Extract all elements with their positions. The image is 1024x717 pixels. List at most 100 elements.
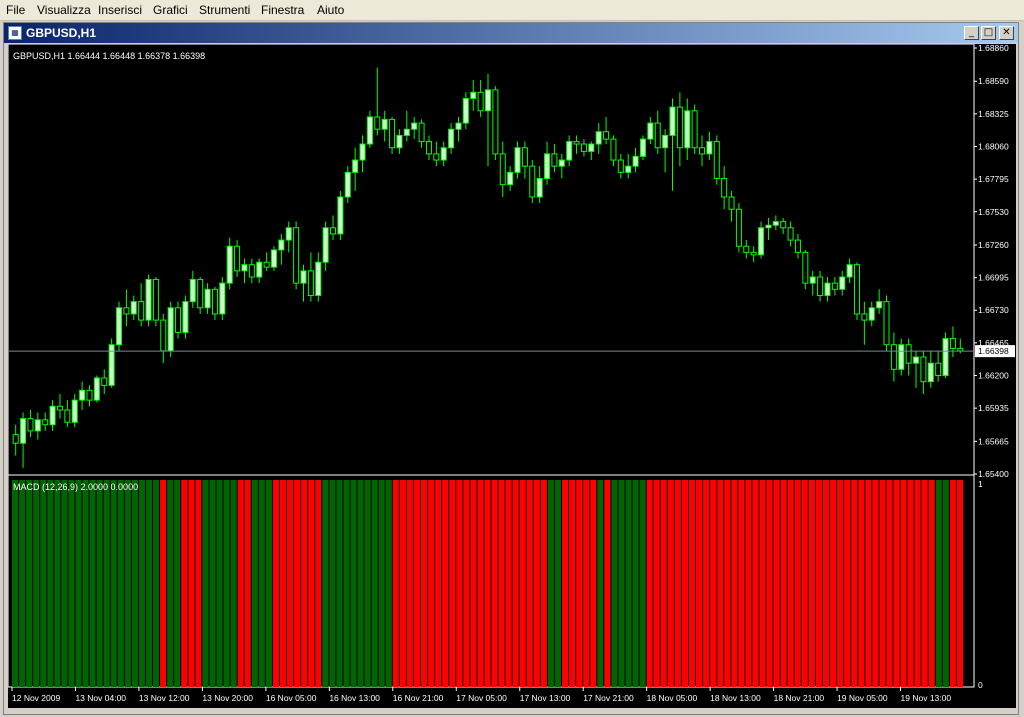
candle-body	[374, 116, 381, 130]
candle-body	[780, 221, 787, 229]
x-tick-label: 18 Nov 21:00	[774, 693, 825, 703]
candle-body	[12, 434, 19, 444]
candle-body	[440, 147, 447, 161]
candle-body	[662, 134, 669, 149]
y-tick-label: 1.67530	[978, 207, 1009, 217]
macd-bar	[216, 480, 223, 687]
macd-bar	[738, 480, 745, 687]
candle-body	[507, 171, 514, 186]
chart-canvas[interactable]: 1.68860 1.68590 1.68325 1.68060 1.67795 1.675…	[8, 44, 1016, 708]
candle-body	[79, 389, 86, 401]
macd-bar	[639, 480, 646, 687]
candle-body	[920, 356, 927, 383]
candle-body	[846, 264, 853, 278]
macd-bar	[230, 480, 237, 687]
y-tick-label: 1.68590	[978, 76, 1009, 86]
candle-body	[558, 159, 565, 167]
macd-bar	[808, 480, 815, 687]
maximize-button[interactable]: □	[981, 26, 996, 40]
menu-grafici[interactable]: Grafici	[153, 3, 188, 17]
chart-title-bar[interactable]: ▦ GBPUSD,H1 _ □ ✕	[4, 23, 1018, 43]
candle-body	[713, 141, 720, 180]
candle-body	[684, 110, 691, 149]
candle-body	[56, 405, 63, 411]
candle-body	[241, 264, 248, 272]
chart-window-icon: ▦	[8, 26, 22, 40]
macd-bar	[357, 480, 364, 687]
close-button[interactable]: ✕	[999, 26, 1014, 40]
candle-body	[957, 347, 964, 352]
candle-body	[499, 153, 506, 186]
macd-bar	[209, 480, 216, 687]
x-tick-label: 19 Nov 05:00	[837, 693, 888, 703]
menu-visualizza[interactable]: Visualizza	[37, 3, 91, 17]
candle-body	[352, 159, 359, 173]
candle-body	[219, 282, 226, 315]
candle-body	[691, 110, 698, 149]
macd-bar	[681, 480, 688, 687]
macd-bar	[484, 480, 491, 687]
macd-bar	[674, 480, 681, 687]
macd-bar	[145, 480, 153, 687]
candle-body	[293, 227, 300, 284]
candle-body	[344, 171, 351, 198]
candle-body	[307, 270, 314, 296]
x-tick-label: 17 Nov 13:00	[520, 693, 571, 703]
macd-bar	[343, 480, 350, 687]
menu-finestra[interactable]: Finestra	[261, 3, 304, 17]
candle-body	[248, 264, 255, 278]
macd-bar	[618, 480, 625, 687]
candle-body	[861, 313, 868, 321]
macd-bar	[40, 480, 47, 687]
macd-bar	[569, 480, 576, 687]
candle-body	[93, 377, 100, 401]
macd-bar	[858, 480, 865, 687]
macd-bar	[724, 480, 731, 687]
macd-bar	[773, 480, 780, 687]
macd-bar	[68, 480, 75, 687]
candle-body	[536, 178, 543, 198]
candle-body	[625, 165, 632, 173]
candle-body	[27, 418, 34, 432]
candle-body	[632, 155, 639, 167]
macd-bar	[308, 480, 315, 687]
x-tick-label: 12 Nov 2009	[12, 693, 60, 703]
candle-body	[418, 122, 425, 143]
macd-bar	[597, 480, 604, 687]
menu-inserisci[interactable]: Inserisci	[98, 3, 142, 17]
macd-bar	[413, 480, 421, 687]
macd-bar	[604, 480, 611, 687]
macd-bar	[385, 480, 392, 687]
candle-body	[381, 118, 388, 130]
candle-body	[521, 147, 528, 167]
candle-body	[492, 89, 499, 155]
candle-body	[890, 344, 897, 370]
macd-bar	[237, 480, 244, 687]
macd-bar	[801, 480, 808, 687]
candle-body	[396, 134, 403, 149]
macd-bar	[766, 480, 773, 687]
candle-body	[603, 131, 610, 140]
macd-bar	[279, 480, 287, 687]
macd-bar	[160, 480, 167, 687]
macd-bar	[244, 480, 251, 687]
candle-body	[49, 405, 56, 426]
macd-bar	[512, 480, 519, 687]
macd-bar	[153, 480, 160, 687]
candle-body	[226, 245, 233, 284]
menu-file[interactable]: File	[6, 3, 25, 17]
macd-bar	[540, 480, 547, 687]
macd-bar	[935, 480, 942, 687]
y-tick-label: 1.68860	[978, 44, 1009, 53]
minimize-button[interactable]: _	[964, 26, 979, 40]
macd-bar	[703, 480, 710, 687]
macd-bar	[498, 480, 505, 687]
macd-bar	[371, 480, 378, 687]
menu-aiuto[interactable]: Aiuto	[317, 3, 344, 17]
candle-body	[270, 249, 277, 268]
menu-strumenti[interactable]: Strumenti	[199, 3, 250, 17]
macd-bar	[392, 480, 399, 687]
macd-bar	[505, 480, 512, 687]
candle-body	[617, 159, 624, 173]
candle-body	[913, 356, 920, 364]
